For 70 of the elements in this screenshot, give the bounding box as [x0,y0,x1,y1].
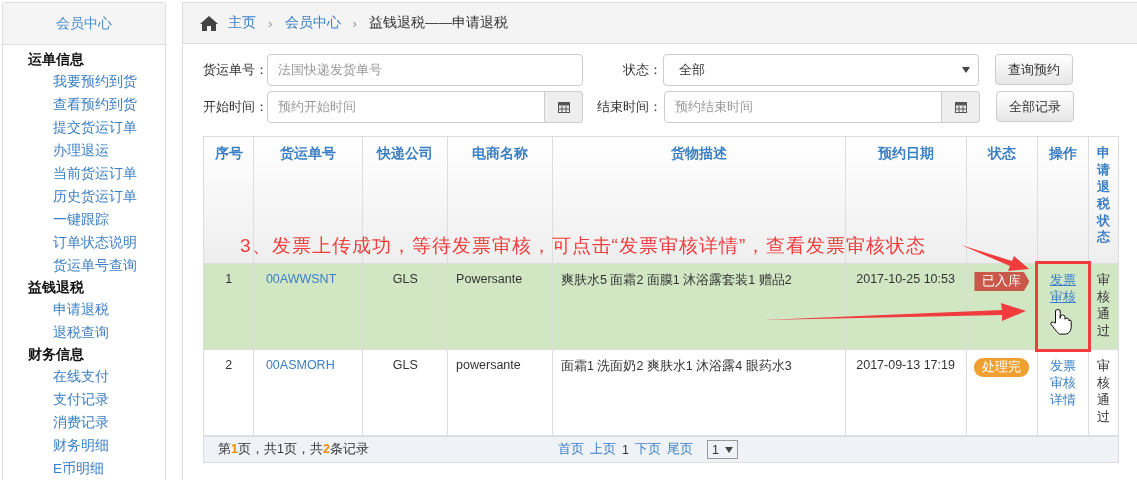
sidebar-item[interactable]: 历史货运订单 [53,185,137,208]
sidebar-item[interactable]: 在线支付 [53,365,109,388]
caret-icon [962,66,970,73]
pager-link[interactable]: 下页 [634,441,661,458]
table-cell: GLS [362,349,448,436]
sidebar-item[interactable]: 支付记录 [53,388,109,411]
pager-link[interactable]: 尾页 [666,441,693,458]
search-button[interactable]: 查询预约 [995,54,1073,85]
sidebar-item[interactable]: 我要预约到货 [53,70,137,93]
caret-icon [724,446,733,453]
hand-cursor-icon [1050,308,1073,335]
status-badge: 已入库 [974,272,1030,291]
breadcrumb-item[interactable]: 会员中心 [284,14,341,32]
column-header: 申请退税状态 [1096,145,1110,247]
sidebar-item[interactable]: 办理退运 [53,139,109,162]
current-page: 1 [622,442,629,457]
column-header: 操作 [1037,137,1089,264]
sidebar-group-label: 益钱退税 [28,279,84,297]
home-icon [200,15,218,31]
field-label: 结束时间： [596,97,662,116]
sidebar-item[interactable]: 提交货运订单 [53,116,137,139]
sidebar-item[interactable]: 订单状态说明 [53,231,137,254]
calendar-button[interactable] [942,90,980,123]
sidebar-item[interactable]: 消费记录 [53,411,109,434]
tracking-link[interactable]: 00ASMORH [265,358,351,372]
sidebar-item[interactable]: 财务明细 [53,434,109,457]
calendar-icon [954,100,967,113]
pager-link[interactable]: 首页 [558,441,584,458]
pager-link[interactable]: 上页 [590,441,616,458]
input-field[interactable]: 预约开始时间 [267,90,545,123]
input-field[interactable]: 法国快递发货单号 [267,53,583,86]
annotation-text: 3、发票上传成功，等待发票审核，可点击“发票审核详情”，查看发票审核状态 [240,234,927,258]
sidebar-group-label: 财务信息 [28,346,84,364]
breadcrumb-item[interactable]: 主页 [228,14,256,32]
table-cell: 审核通过 [1096,272,1110,340]
table-cell: 2017-10-25 10:53 [845,263,967,350]
table-cell: 面霜1 洗面奶2 爽肤水1 沐浴露4 眼药水3 [552,349,846,436]
table-cell: 审核通过 [1096,358,1110,426]
sidebar-item[interactable]: 申请退税 [53,298,109,321]
record-summary: 第1页，共1页，共2条记录 [218,441,370,458]
sidebar-group-label: 运单信息 [28,51,84,69]
breadcrumb-separator: › [352,15,357,31]
table-cell: GLS [362,263,448,350]
page-select[interactable]: 1 [706,440,738,459]
table-cell: Powersante [447,263,553,350]
sidebar-item[interactable]: 货运单号查询 [53,254,137,277]
sidebar-item[interactable]: 当前货运订单 [53,162,137,185]
status-badge: 处理完 [974,358,1030,377]
field-label: 货运单号： [203,60,265,79]
select-field[interactable]: 全部 [663,53,979,86]
arrow [961,245,1029,271]
table-cell: 2 [204,349,254,436]
sidebar-title: 会员中心 [56,14,112,33]
field-label: 开始时间： [203,97,265,116]
field-label: 状态： [622,60,662,79]
sidebar-item[interactable]: 退税查询 [53,321,109,344]
calendar-button[interactable] [545,90,583,123]
sidebar-item[interactable]: 查看预约到货 [53,93,137,116]
table-cell: 2017-09-13 17:19 [845,349,967,436]
sidebar-item[interactable]: 一键跟踪 [53,208,109,231]
all-records-button[interactable]: 全部记录 [996,91,1074,122]
sidebar-item[interactable]: E币明细 [53,457,104,480]
breadcrumb-separator: › [268,15,273,31]
calendar-icon [557,100,570,113]
table-cell: 爽肤水5 面霜2 面膜1 沐浴露套装1 赠品2 [552,263,846,350]
table-cell: 1 [204,263,254,350]
table-cell: powersante [447,349,553,436]
tracking-link[interactable]: 00AWWSNT [265,272,351,286]
input-field[interactable]: 预约结束时间 [664,90,942,123]
breadcrumb-item: 益钱退税——申请退税 [369,14,508,32]
